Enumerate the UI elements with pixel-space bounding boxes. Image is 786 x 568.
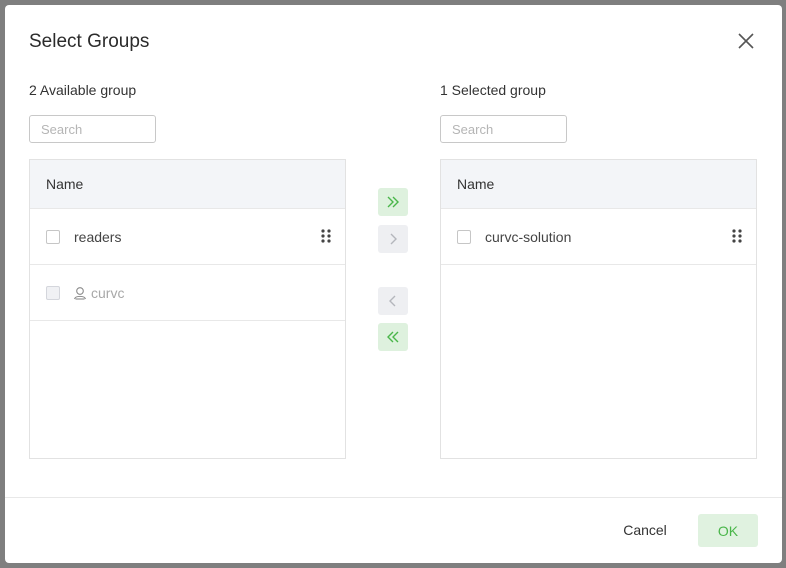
move-all-right-button[interactable] [378,188,408,216]
dialog-title: Select Groups [29,31,150,52]
row-checkbox[interactable] [46,229,60,244]
chevron-left-icon [389,295,396,307]
drag-handle-icon[interactable] [732,229,742,243]
row-label: readers [74,228,122,245]
selected-group-heading: 1 Selected group [440,82,546,98]
available-group-table: Name readers curvc [29,159,346,459]
selected-row-curvc-solution[interactable]: curvc-solution [441,209,756,265]
selected-name-column-header: Name [441,160,756,209]
selected-group-table: Name curvc-solution [440,159,757,459]
select-groups-dialog: Select Groups 2 Available group Name rea… [5,5,782,563]
move-all-left-button[interactable] [378,323,408,351]
footer-divider [5,497,782,498]
available-row-curvc: curvc [30,265,345,321]
row-label: curvc-solution [485,228,572,245]
available-group-heading: 2 Available group [29,82,137,98]
available-row-readers[interactable]: readers [30,209,345,265]
double-chevron-left-icon [387,331,399,343]
ok-button[interactable]: OK [698,514,758,547]
row-checkbox[interactable] [457,229,471,244]
row-checkbox-disabled [46,285,60,300]
chevron-right-icon [390,233,397,245]
close-icon[interactable] [736,31,756,51]
cancel-button[interactable]: Cancel [605,514,685,546]
available-search-input[interactable] [29,115,156,143]
move-left-button[interactable] [378,287,408,315]
selected-search-input[interactable] [440,115,567,143]
double-chevron-right-icon [387,196,399,208]
user-icon [73,287,87,300]
row-label: curvc [91,284,125,301]
move-right-button[interactable] [378,225,408,253]
drag-handle-icon[interactable] [321,229,331,243]
available-name-column-header: Name [30,160,345,209]
